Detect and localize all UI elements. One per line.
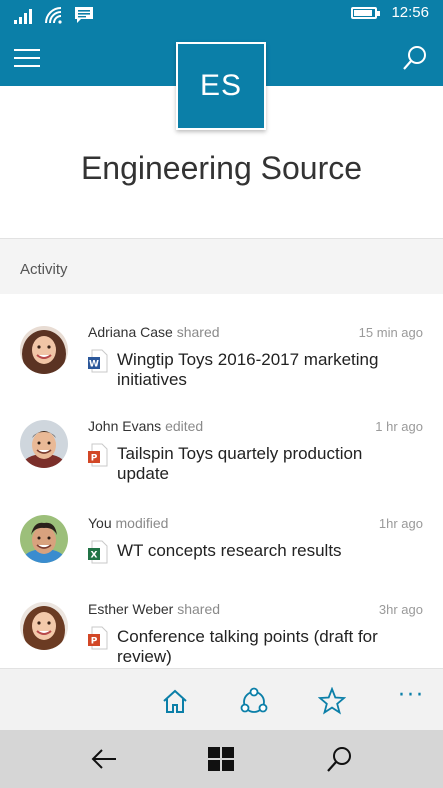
status-bar: 12:56 [0,0,443,32]
avatar [20,602,68,650]
home-icon[interactable] [161,687,189,715]
status-icons [14,6,94,24]
doc-title[interactable]: Tailspin Toys quartely production update [117,444,417,484]
system-search-icon[interactable] [324,745,354,773]
powerpoint-doc-icon: P [88,626,108,650]
search-icon[interactable] [401,44,429,72]
system-nav-bar [0,730,443,788]
site-logo: ES [176,42,266,130]
wifi-icon [45,7,62,24]
star-icon[interactable] [318,687,346,715]
app-bar: ··· [0,668,443,730]
activity-meta: John Evans edited [88,418,203,434]
timestamp: 3hr ago [378,602,423,617]
clock: 12:56 [391,4,429,21]
signal-icon [14,9,32,24]
timestamp: 1 hr ago [375,419,423,434]
user-name: John Evans [88,418,162,434]
user-name: Adriana Case [88,324,173,340]
timestamp: 1hr ago [378,516,423,531]
windows-start-icon[interactable] [206,745,236,773]
excel-doc-icon: X [88,540,108,564]
message-icon [75,7,93,23]
svg-text:W: W [89,360,99,370]
user-name: Esther Weber [88,601,174,617]
back-arrow-icon[interactable] [89,745,119,773]
powerpoint-doc-icon: P [88,443,108,467]
user-name: You [88,515,112,531]
svg-text:X: X [91,551,98,561]
activity-meta: Esther Weber shared [88,601,220,617]
action-label: modified [115,515,169,531]
action-label: edited [165,418,204,434]
doc-title[interactable]: WT concepts research results [117,541,417,561]
action-label: shared [177,601,221,617]
groups-icon[interactable] [240,687,268,715]
hamburger-icon[interactable] [14,49,40,69]
svg-text:P: P [91,454,98,464]
word-doc-icon: W [88,349,108,373]
doc-title[interactable]: Conference talking points (draft for rev… [117,627,417,667]
action-label: shared [176,324,220,340]
avatar [20,326,68,374]
avatar [20,420,68,468]
section-label: Activity [20,261,68,278]
battery-icon [351,6,381,19]
doc-title[interactable]: Wingtip Toys 2016-2017 marketing initiat… [117,350,417,390]
timestamp: 15 min ago [358,325,423,340]
more-button[interactable]: ··· [398,683,425,708]
site-title: Engineering Source [80,150,363,186]
activity-section-header: Activity [0,238,443,294]
activity-meta: You modified [88,515,168,531]
avatar [20,515,68,563]
svg-text:P: P [91,637,98,647]
activity-meta: Adriana Case shared [88,324,220,340]
